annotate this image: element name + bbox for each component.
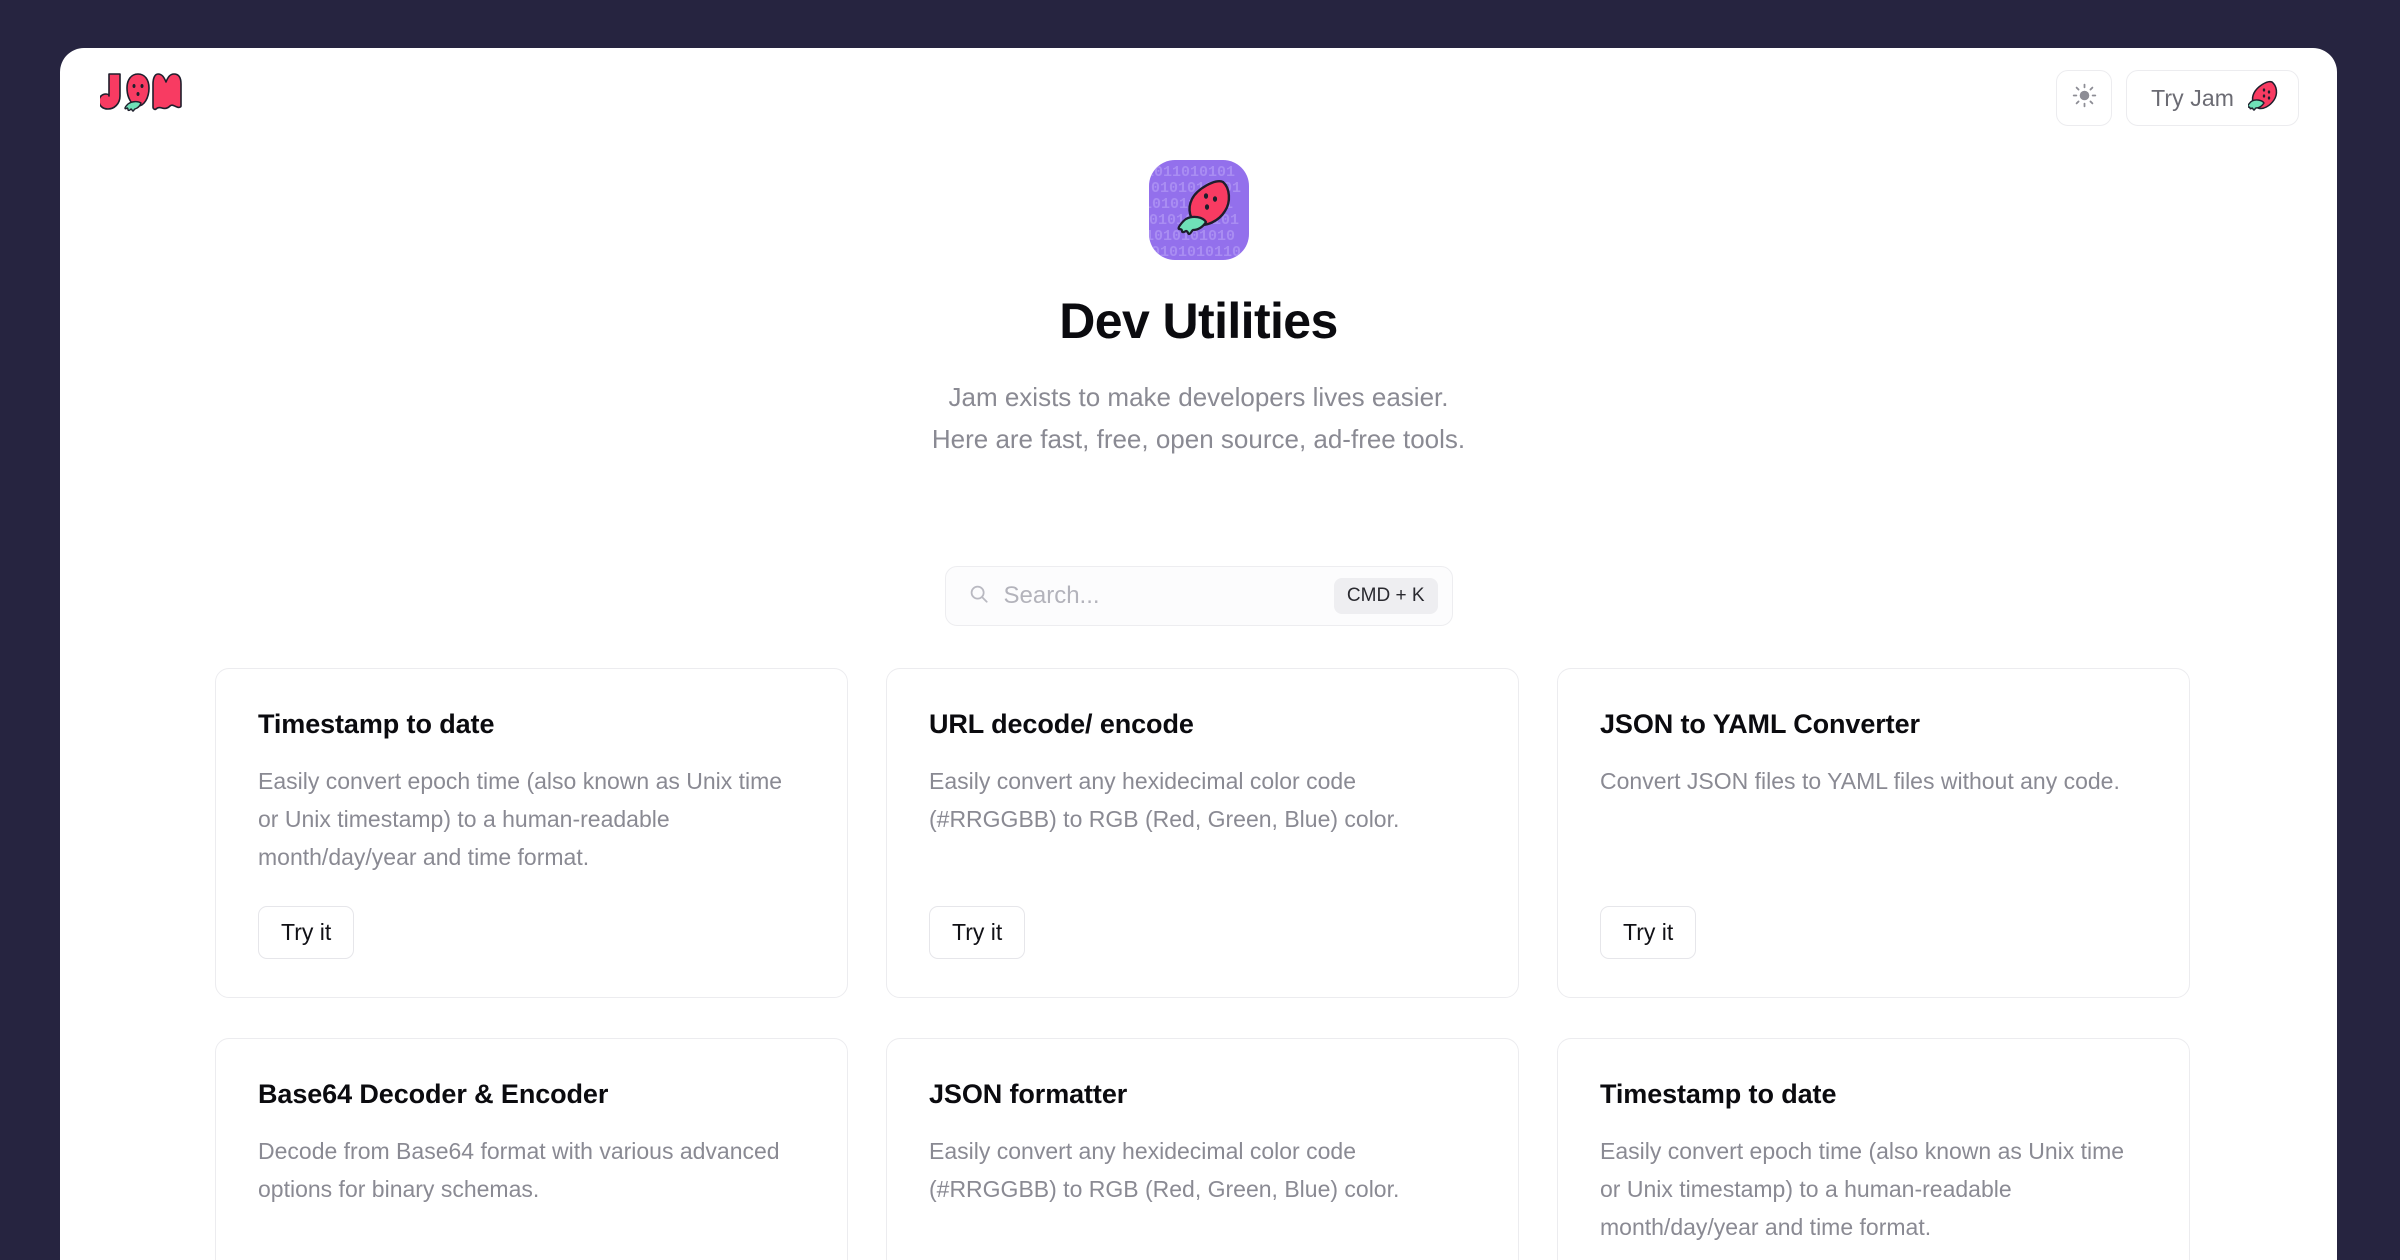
tool-card-description: Decode from Base64 format with various a…: [258, 1138, 780, 1202]
try-it-button[interactable]: Try it: [929, 906, 1026, 959]
tool-card[interactable]: JSON formatter Easily convert any hexide…: [886, 1038, 1519, 1260]
tool-card-title: URL decode/ encode: [929, 709, 1194, 739]
app-icon: 1011010101 0101010101 1010110101 0101010…: [60, 160, 2337, 260]
tool-card-title: JSON to YAML Converter: [1600, 709, 1920, 739]
tool-card-description: Convert JSON files to YAML files without…: [1600, 768, 2120, 794]
hero-section: 1011010101 0101010101 1010110101 0101010…: [60, 160, 2337, 460]
topbar-actions: Try Jam: [2056, 70, 2299, 126]
hero-subtitle-line-1: Jam exists to make developers lives easi…: [948, 382, 1449, 412]
tool-card[interactable]: Base64 Decoder & Encoder Decode from Bas…: [215, 1038, 848, 1260]
svg-text:0101010110: 0101010110: [1151, 244, 1241, 260]
tool-card-description: Easily convert any hexidecimal color cod…: [929, 768, 1400, 832]
tool-card[interactable]: JSON to YAML Converter Convert JSON file…: [1557, 668, 2190, 998]
page-title: Dev Utilities: [1059, 293, 1338, 349]
tool-card-description: Easily convert epoch time (also known as…: [258, 768, 783, 870]
tool-card[interactable]: Timestamp to date Easily convert epoch t…: [215, 668, 848, 998]
jam-wordmark-logo[interactable]: [98, 70, 190, 116]
tool-card-description: Easily convert any hexidecimal color cod…: [929, 1138, 1400, 1202]
try-it-button[interactable]: Try it: [1600, 906, 1697, 959]
tool-card-description: Easily convert epoch time (also known as…: [1600, 1138, 2125, 1240]
search-shortcut-badge: CMD + K: [1333, 578, 1438, 614]
search-bar[interactable]: CMD + K: [944, 566, 1453, 626]
try-it-button[interactable]: Try it: [258, 906, 355, 959]
svg-text:1011010101: 1011010101: [1149, 164, 1235, 181]
hero-subtitle-line-2: Here are fast, free, open source, ad-fre…: [931, 424, 1466, 454]
tool-card-title: Timestamp to date: [258, 709, 495, 739]
search-icon: [968, 583, 990, 610]
theme-toggle-button[interactable]: [2056, 70, 2113, 126]
search-input[interactable]: [1003, 582, 1334, 610]
app-panel: Try Jam 1011010101 0101010101 1010101010…: [60, 48, 2337, 1260]
tool-card[interactable]: URL decode/ encode Easily convert any he…: [886, 668, 1519, 998]
tool-card[interactable]: Timestamp to date Easily convert epoch t…: [1557, 1038, 2190, 1260]
tool-card-title: JSON formatter: [929, 1079, 1128, 1109]
sun-icon: [2072, 83, 2097, 113]
try-jam-button[interactable]: Try Jam: [2126, 70, 2299, 126]
tool-card-title: Base64 Decoder & Encoder: [258, 1079, 609, 1109]
tools-grid: Timestamp to date Easily convert epoch t…: [215, 668, 2190, 1260]
topbar: Try Jam: [60, 48, 2337, 144]
try-jam-label: Try Jam: [2151, 84, 2234, 111]
tool-card-title: Timestamp to date: [1600, 1079, 1837, 1109]
hero-subtitle: Jam exists to make developers lives easi…: [60, 376, 2337, 460]
strawberry-icon: [2247, 79, 2280, 118]
